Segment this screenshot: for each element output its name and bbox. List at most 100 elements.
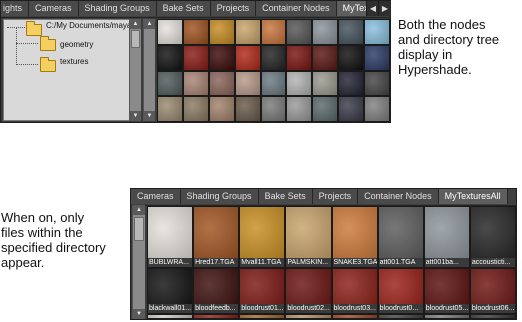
scrollbar-thumb[interactable] [134, 217, 144, 241]
texture-swatch-partial[interactable] [469, 314, 516, 319]
texture-swatch[interactable] [234, 96, 261, 122]
texture-swatch[interactable]: Hred17.TGA [193, 206, 240, 268]
texture-swatch[interactable] [157, 70, 183, 97]
tree-scrollbar[interactable]: ▲ ▼ [129, 19, 141, 121]
tab-bake-sets[interactable]: Bake Sets [156, 1, 211, 16]
texture-swatch[interactable] [286, 19, 313, 45]
texture-swatch[interactable] [338, 44, 365, 71]
texture-swatch-partial[interactable] [331, 314, 378, 319]
texture-swatch[interactable] [234, 70, 261, 97]
texture-swatch[interactable] [157, 96, 183, 122]
texture-swatch[interactable]: BUBLWRA... [147, 206, 194, 268]
texture-swatch-partial[interactable] [285, 314, 332, 319]
texture-swatch[interactable] [312, 70, 339, 97]
caption-line: When on, only [1, 210, 85, 225]
tab-projects[interactable]: Projects [312, 189, 359, 204]
texture-swatch[interactable] [234, 44, 261, 71]
scrollbar-thumb[interactable] [131, 30, 140, 48]
texture-swatch-partial[interactable] [423, 314, 470, 319]
swatch-label: att001ba... [424, 258, 469, 267]
texture-swatch[interactable] [286, 70, 313, 97]
texture-swatch[interactable] [312, 44, 339, 71]
texture-swatch[interactable]: att001ba... [423, 206, 470, 268]
texture-swatch[interactable] [312, 96, 339, 122]
folder-icon[interactable] [40, 57, 56, 72]
caption-bottom: When on, only files within the specified… [1, 210, 106, 270]
texture-swatch[interactable] [312, 19, 339, 45]
texture-swatch[interactable] [182, 70, 209, 97]
texture-swatch[interactable] [208, 96, 235, 122]
texture-swatch[interactable] [364, 96, 390, 122]
tab-projects[interactable]: Projects [210, 1, 257, 16]
tree-item-textures[interactable]: textures [60, 57, 88, 66]
texture-swatch[interactable] [338, 70, 365, 97]
texture-swatch[interactable]: Mvall11.TGA [239, 206, 286, 268]
tab-container-nodes[interactable]: Container Nodes [358, 189, 439, 204]
texture-swatch[interactable]: bloodrust02... [285, 268, 332, 314]
texture-swatch-partial[interactable] [193, 314, 240, 319]
texture-swatch[interactable] [157, 44, 183, 71]
texture-swatch[interactable] [182, 19, 209, 45]
texture-swatch[interactable] [208, 19, 235, 45]
texture-swatch[interactable] [234, 19, 261, 45]
texture-swatch[interactable]: att001.TGA [377, 206, 424, 268]
texture-swatch[interactable]: bloodfeedb... [193, 268, 240, 314]
texture-swatch[interactable] [208, 44, 235, 71]
tab-cameras[interactable]: Cameras [29, 1, 79, 16]
texture-swatch[interactable] [260, 96, 287, 122]
texture-swatch[interactable] [182, 44, 209, 71]
texture-swatch[interactable]: bloodrust01... [239, 268, 286, 314]
tree-connector [16, 27, 17, 65]
texture-swatch[interactable] [364, 19, 390, 45]
tab-bar: ights Cameras Shading Groups Bake Sets P… [1, 1, 390, 18]
texture-swatch-partial[interactable] [147, 314, 194, 319]
texture-swatch[interactable] [208, 70, 235, 97]
folder-icon[interactable] [40, 36, 56, 51]
texture-swatch-grid: BUBLWRA... Hred17.TGA Mvall11.TGA PALMSKIN.… [147, 206, 516, 319]
tab-lights[interactable]: ights [1, 1, 30, 16]
texture-swatch[interactable] [260, 44, 287, 71]
caption-line: files within the [1, 225, 83, 240]
scroll-up-arrow-icon[interactable]: ▲ [130, 19, 141, 29]
tab-scroll-right-button[interactable]: ▶ [378, 1, 391, 16]
texture-swatch[interactable] [260, 19, 287, 45]
texture-swatch[interactable]: bloodrust05... [423, 268, 470, 314]
texture-swatch[interactable] [182, 96, 209, 122]
tab-container-nodes[interactable]: Container Nodes [256, 1, 337, 16]
texture-swatch[interactable]: bloodrust03... [331, 268, 378, 314]
tab-cameras[interactable]: Cameras [131, 189, 181, 204]
swatch-scrollbar[interactable]: ▲ ▼ [132, 205, 145, 319]
texture-swatch[interactable]: bloodrust06... [469, 268, 516, 314]
swatch-label: PALMSKIN... [286, 258, 331, 267]
texture-swatch[interactable]: accousticti... [469, 206, 516, 268]
scroll-down-arrow-icon[interactable]: ▼ [144, 111, 155, 121]
tree-item-geometry[interactable]: geometry [60, 40, 93, 49]
texture-swatch[interactable]: SNAKE3.TGA [331, 206, 378, 268]
texture-swatch[interactable]: blackwall01... [147, 268, 194, 314]
tab-shading-groups[interactable]: Shading Groups [180, 189, 259, 204]
texture-swatch[interactable] [364, 70, 390, 97]
swatch-label: att001.TGA [378, 258, 423, 267]
tab-bake-sets[interactable]: Bake Sets [258, 189, 313, 204]
caption-line: appear. [1, 255, 45, 270]
tree-item-root[interactable]: C:/My Documents/maya [46, 21, 131, 30]
texture-swatch-partial[interactable] [377, 314, 424, 319]
texture-swatch[interactable] [338, 19, 365, 45]
scroll-down-arrow-icon[interactable]: ▼ [133, 309, 145, 319]
tab-mytexturesall[interactable]: MyTexturesAll [438, 189, 508, 204]
tab-shading-groups[interactable]: Shading Groups [78, 1, 157, 16]
swatch-scrollbar[interactable]: ▲ ▼ [143, 19, 155, 121]
texture-swatch[interactable] [157, 19, 183, 45]
scroll-up-arrow-icon[interactable]: ▲ [144, 19, 155, 29]
texture-swatch[interactable] [286, 44, 313, 71]
texture-swatch[interactable]: PALMSKIN... [285, 206, 332, 268]
scroll-down-arrow-icon[interactable]: ▼ [130, 111, 141, 121]
texture-swatch[interactable] [338, 96, 365, 122]
texture-swatch[interactable]: bloodrust0... [377, 268, 424, 314]
texture-swatch[interactable] [364, 44, 390, 71]
folder-icon[interactable] [26, 21, 42, 36]
texture-swatch-partial[interactable] [239, 314, 286, 319]
texture-swatch[interactable] [260, 70, 287, 97]
scroll-up-arrow-icon[interactable]: ▲ [133, 205, 145, 215]
texture-swatch[interactable] [286, 96, 313, 122]
